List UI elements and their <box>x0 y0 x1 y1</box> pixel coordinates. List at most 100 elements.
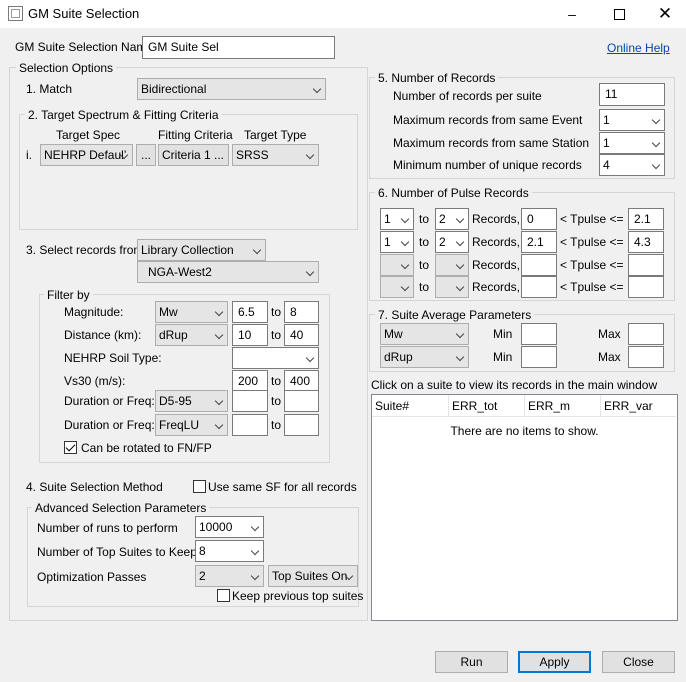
top-suites-mode-dropdown[interactable]: Top Suites On <box>268 565 358 587</box>
empty-list-message: There are no items to show. <box>450 424 599 438</box>
target-type-column: Target Type <box>244 128 307 142</box>
avg-param1-max-input[interactable] <box>628 323 664 345</box>
advanced-title: Advanced Selection Parameters <box>32 501 210 515</box>
chevron-down-icon <box>305 267 315 277</box>
records-source-value: Library Collection <box>141 243 234 257</box>
passes-dropdown[interactable]: 2 <box>195 565 264 587</box>
magnitude-max-input[interactable]: 8 <box>284 301 319 323</box>
apply-button[interactable]: Apply <box>518 651 591 673</box>
pulse-row4-to-dropdown[interactable] <box>435 276 469 298</box>
soil-type-dropdown[interactable] <box>232 347 319 369</box>
to-label: to <box>271 394 282 408</box>
column-header-err-m[interactable]: ERR_m <box>525 395 601 417</box>
chevron-down-icon <box>250 522 260 532</box>
max-label: Max <box>598 327 621 341</box>
pulse-row2-from-dropdown[interactable]: 1 <box>380 231 414 253</box>
filter-title: Filter by <box>44 288 93 302</box>
distance-min-input[interactable]: 10 <box>232 324 268 346</box>
runs-dropdown[interactable]: 10000 <box>195 516 264 538</box>
chevron-down-icon <box>651 115 661 125</box>
same-station-dropdown[interactable]: 1 <box>599 132 665 154</box>
min-label: Min <box>493 327 513 341</box>
unique-records-dropdown[interactable]: 4 <box>599 154 665 176</box>
per-suite-input[interactable]: 11 <box>599 83 665 106</box>
column-header-err-tot[interactable]: ERR_tot <box>449 395 525 417</box>
pulse-row2-to-dropdown[interactable]: 2 <box>435 231 469 253</box>
avg-param2-dropdown[interactable]: dRup <box>380 346 469 368</box>
vs30-max-input[interactable]: 400 <box>284 370 319 392</box>
to-label: to <box>419 235 430 249</box>
records-label: Records, <box>472 235 521 249</box>
to-label: to <box>271 374 282 388</box>
magnitude-min-input[interactable]: 6.5 <box>232 301 268 323</box>
pulse-row1-from-dropdown[interactable]: 1 <box>380 208 414 230</box>
pulse-row1-hi-input[interactable]: 2.1 <box>628 208 664 230</box>
magnitude-type-dropdown[interactable]: Mw <box>155 301 228 323</box>
chevron-down-icon <box>214 307 224 317</box>
close-icon: ✕ <box>657 4 673 23</box>
pulse-row2-hi-input[interactable]: 4.3 <box>628 231 664 253</box>
tpulse-label: < Tpulse <= <box>560 235 624 249</box>
pulse-row3-from-dropdown[interactable] <box>380 254 414 276</box>
target-spec-browse-button[interactable]: ... <box>136 144 156 166</box>
target-type-dropdown[interactable]: SRSS <box>232 144 319 166</box>
duration2-max-input[interactable] <box>284 414 319 436</box>
same-event-value: 1 <box>603 113 610 127</box>
duration1-type-value: D5-95 <box>159 394 192 408</box>
pulse-row2-lo-input[interactable]: 2.1 <box>521 231 557 253</box>
pulse-row4-lo-input[interactable] <box>521 276 557 298</box>
duration1-min-input[interactable] <box>232 390 268 412</box>
unique-records-value: 4 <box>603 158 610 172</box>
chevron-down-icon <box>455 282 465 292</box>
same-sf-checkbox[interactable] <box>193 480 206 493</box>
run-button[interactable]: Run <box>435 651 508 673</box>
distance-type-dropdown[interactable]: dRup <box>155 324 228 346</box>
fitting-criteria-button[interactable]: Criteria 1 ... <box>158 144 229 166</box>
duration2-min-input[interactable] <box>232 414 268 436</box>
pulse-row4-from-dropdown[interactable] <box>380 276 414 298</box>
duration1-type-dropdown[interactable]: D5-95 <box>155 390 228 412</box>
top-suites-dropdown[interactable]: 8 <box>195 540 264 562</box>
avg-param2-max-input[interactable] <box>628 346 664 368</box>
pulse-row4-hi-input[interactable] <box>628 276 664 298</box>
close-button[interactable]: Close <box>602 651 675 673</box>
target-spec-dropdown[interactable]: NEHRP Defaul’ <box>40 144 133 166</box>
pulse-row3-lo-input[interactable] <box>521 254 557 276</box>
avg-param1-dropdown[interactable]: Mw <box>380 323 469 345</box>
duration2-label: Duration or Freq: <box>64 418 155 432</box>
pulse-row1-to-dropdown[interactable]: 2 <box>435 208 469 230</box>
to-label: to <box>271 305 282 319</box>
column-header-err-var[interactable]: ERR_var <box>601 395 676 417</box>
avg-param2-min-input[interactable] <box>521 346 557 368</box>
library-dropdown[interactable]: NGA-West2 <box>137 261 319 283</box>
suite-name-input[interactable]: GM Suite Sel <box>142 36 335 59</box>
pulse-row1-lo-input[interactable]: 0 <box>521 208 557 230</box>
close-window-button[interactable]: ✕ <box>642 0 686 28</box>
chevron-down-icon <box>305 150 315 160</box>
chevron-down-icon <box>214 330 224 340</box>
column-header-suite[interactable]: Suite# <box>372 395 449 417</box>
distance-max-input[interactable]: 40 <box>284 324 319 346</box>
records-from-label: 3. Select records from <box>26 243 144 257</box>
records-source-dropdown[interactable]: Library Collection <box>137 239 266 261</box>
distance-label: Distance (km): <box>64 328 142 342</box>
pulse-row3-hi-input[interactable] <box>628 254 664 276</box>
suite-average-title: 7. Suite Average Parameters <box>375 308 535 322</box>
pulse-row2-from-value: 1 <box>384 235 391 249</box>
rotate-checkbox[interactable] <box>64 441 77 454</box>
duration2-type-dropdown[interactable]: FreqLU <box>155 414 228 436</box>
same-event-dropdown[interactable]: 1 <box>599 109 665 131</box>
keep-previous-checkbox[interactable] <box>217 589 230 602</box>
pulse-row3-to-dropdown[interactable] <box>435 254 469 276</box>
to-label: to <box>271 418 282 432</box>
match-dropdown[interactable]: Bidirectional <box>137 78 326 100</box>
pulse-row1-from-value: 1 <box>384 212 391 226</box>
avg-param1-min-input[interactable] <box>521 323 557 345</box>
vs30-min-input[interactable]: 200 <box>232 370 268 392</box>
suites-list[interactable]: Suite# ERR_tot ERR_m ERR_var There are n… <box>371 394 678 621</box>
pulse-records-title: 6. Number of Pulse Records <box>375 186 532 200</box>
duration1-max-input[interactable] <box>284 390 319 412</box>
minimize-button[interactable]: – <box>549 0 595 28</box>
online-help-link[interactable]: Online Help <box>607 41 670 55</box>
maximize-button[interactable] <box>596 0 642 28</box>
